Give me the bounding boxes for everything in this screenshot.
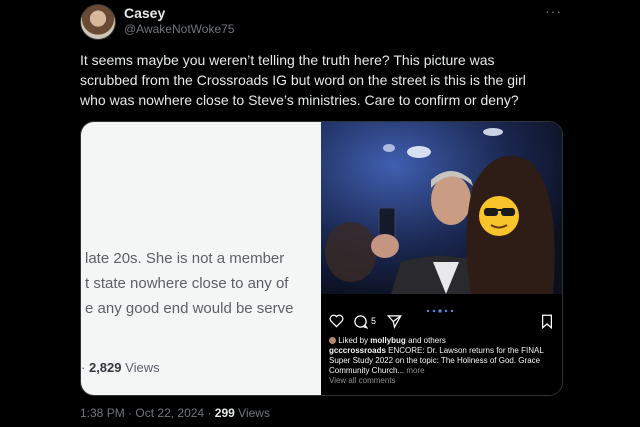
comment-count: 5	[371, 316, 377, 326]
comment-icon[interactable]	[353, 314, 368, 329]
caption-text: gcccrossroads ENCORE: Dr. Lawson returns…	[329, 346, 557, 376]
embedded-text-line-1: late 20s. She is not a member	[85, 250, 285, 267]
instagram-actions: 5	[329, 312, 554, 330]
meta-separator: ·	[128, 406, 133, 420]
embedded-instagram-post: 5 Liked by mollybug and others gcccrossr…	[321, 122, 562, 395]
heart-icon[interactable]	[329, 314, 344, 328]
tweet-text: It seems maybe you weren’t telling the t…	[80, 52, 526, 108]
embedded-text-line-3: e any good end would be serve	[85, 300, 294, 317]
tweet-views-label: Views	[238, 406, 270, 420]
liked-suffix: and others	[408, 336, 446, 345]
event-photo	[321, 122, 562, 294]
instagram-caption: Liked by mollybug and others gcccrossroa…	[329, 336, 557, 386]
liked-avatar	[329, 337, 336, 345]
author-name[interactable]: Casey	[124, 5, 165, 21]
caption-more: more	[406, 366, 425, 375]
tweet-date[interactable]: Oct 22, 2024	[135, 406, 204, 420]
view-comments: View all comments	[329, 376, 396, 385]
tweet-views-count: 299	[214, 406, 235, 420]
meta-separator: ·	[207, 406, 212, 420]
more-icon[interactable]: ···	[545, 3, 562, 19]
share-icon[interactable]	[387, 314, 402, 329]
liked-prefix: Liked by	[338, 336, 369, 345]
embedded-views-label: Views	[125, 360, 160, 375]
tweet-meta: 1:38 PM · Oct 22, 2024 · 299 Views	[80, 406, 270, 420]
author-handle[interactable]: @AwakeNotWoke75	[124, 22, 234, 36]
instagram-account: gcccrossroads	[329, 346, 386, 355]
attached-image[interactable]: late 20s. She is not a member t state no…	[80, 121, 563, 396]
embedded-tweet-screenshot: late 20s. She is not a member t state no…	[81, 122, 321, 395]
embedded-views-prefix: ·	[81, 360, 86, 375]
liked-by-line: Liked by mollybug and others	[329, 336, 557, 346]
embedded-views: · 2,829 Views	[81, 360, 160, 375]
liked-user: mollybug	[370, 336, 406, 345]
bookmark-icon[interactable]	[541, 314, 553, 329]
sunglasses-emoji-icon	[479, 196, 519, 236]
embedded-text-line-2: t state nowhere close to any of	[85, 275, 289, 292]
embedded-views-count: 2,829	[88, 360, 122, 375]
tweet-time[interactable]: 1:38 PM	[80, 406, 125, 420]
carousel-dots	[426, 300, 458, 313]
avatar[interactable]	[80, 4, 116, 40]
